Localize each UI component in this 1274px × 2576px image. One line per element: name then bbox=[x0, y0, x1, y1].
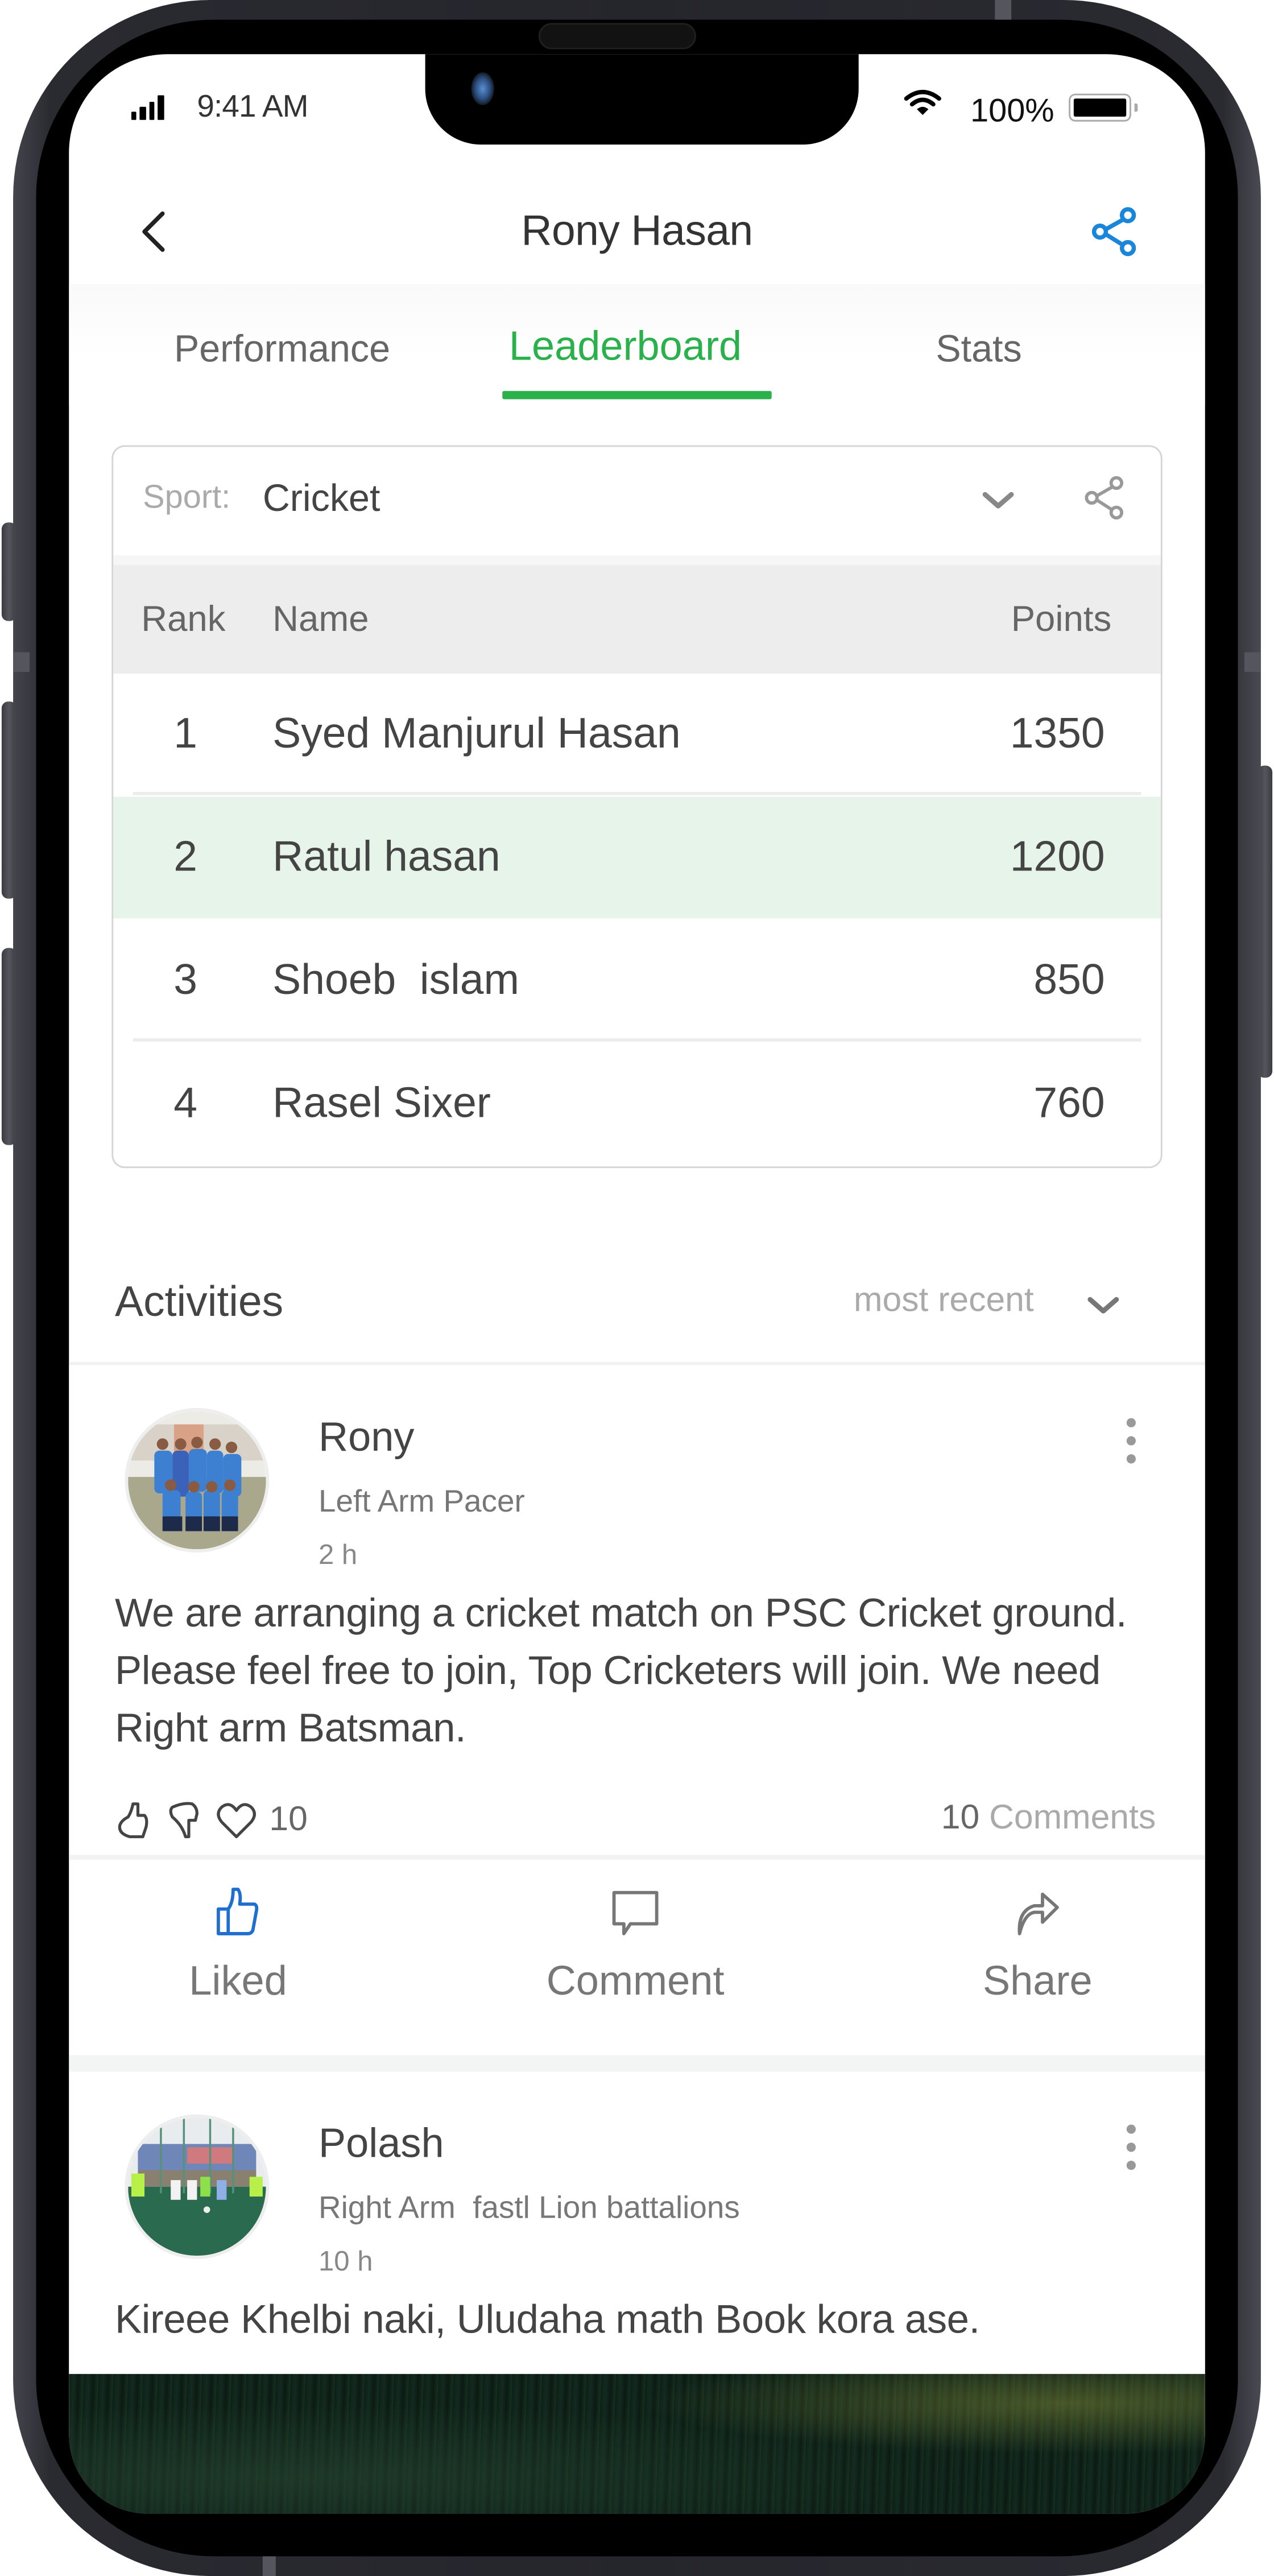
activity-post: Polash Right Arm fastl Lion battalions 1… bbox=[69, 2071, 1205, 2374]
share-icon[interactable] bbox=[1082, 199, 1147, 265]
player-name: Shoeb islam bbox=[272, 954, 520, 1004]
front-camera bbox=[471, 72, 494, 105]
leaderboard-row[interactable]: 3 Shoeb islam 850 bbox=[113, 920, 1161, 1042]
sport-filter-label: Sport: bbox=[143, 480, 231, 516]
chevron-down-icon[interactable] bbox=[978, 483, 1017, 519]
player-rank: 3 bbox=[173, 954, 198, 1004]
feed-separator bbox=[69, 2055, 1205, 2072]
phone-antenna-line bbox=[262, 2553, 276, 2576]
player-points: 760 bbox=[1033, 1078, 1105, 1128]
player-name: Ratul hasan bbox=[272, 831, 500, 881]
column-header-name: Name bbox=[272, 598, 369, 639]
player-rank: 4 bbox=[173, 1078, 198, 1128]
post-body-text: Kireee Khelbi naki, Uludaha math Book ko… bbox=[115, 2298, 980, 2343]
comment-button[interactable]: Comment bbox=[471, 1884, 799, 2006]
post-divider bbox=[69, 1855, 1205, 1860]
more-options-icon[interactable] bbox=[1120, 1414, 1143, 1473]
wifi-icon bbox=[904, 90, 941, 115]
battery-percentage: 100% bbox=[970, 93, 1054, 130]
player-name: Rasel Sixer bbox=[272, 1078, 491, 1128]
player-points: 850 bbox=[1033, 954, 1105, 1004]
leaderboard-row-current-user[interactable]: 2 Ratul hasan 1200 bbox=[113, 796, 1161, 919]
player-points: 1200 bbox=[1010, 831, 1105, 881]
leaderboard-row[interactable]: 1 Syed Manjurul Hasan 1350 bbox=[113, 674, 1161, 795]
tab-performance[interactable]: Performance bbox=[174, 327, 390, 371]
like-button-label: Liked bbox=[189, 1958, 287, 2005]
comments-count: 10 bbox=[941, 1799, 980, 1837]
post-body-text: We are arranging a cricket match on PSC … bbox=[115, 1592, 1127, 1752]
phone-speaker bbox=[538, 23, 696, 49]
thumbs-up-icon[interactable] bbox=[115, 1797, 158, 1843]
chevron-down-icon[interactable] bbox=[1083, 1290, 1123, 1323]
activities-header: Activities most recent bbox=[69, 1253, 1205, 1365]
player-rank: 1 bbox=[173, 708, 198, 758]
row-divider bbox=[133, 791, 1141, 795]
page-title: Rony Hasan bbox=[521, 205, 753, 255]
football-field-avatar[interactable] bbox=[125, 2114, 270, 2259]
activity-post: Rony Left Arm Pacer 2 h We are arranging… bbox=[69, 1365, 1205, 2055]
app-screen: 9:41 AM 100% Rony Hasan Performance Lead… bbox=[69, 54, 1205, 2514]
sort-dropdown[interactable]: most recent bbox=[854, 1281, 1034, 1320]
tab-leaderboard[interactable]: Leaderboard bbox=[509, 324, 742, 371]
post-author-role: Left Arm Pacer bbox=[318, 1485, 525, 1520]
column-header-points: Points bbox=[1011, 598, 1112, 639]
sport-filter[interactable]: Sport: Cricket bbox=[113, 447, 1161, 552]
thumbs-down-icon[interactable] bbox=[164, 1797, 207, 1843]
player-name: Syed Manjurul Hasan bbox=[272, 708, 681, 758]
player-rank: 2 bbox=[173, 831, 198, 881]
leaderboard-card: Sport: Cricket Rank Name Points 1 Syed M… bbox=[111, 445, 1163, 1169]
like-button[interactable]: Liked bbox=[74, 1884, 402, 2006]
battery-level bbox=[1073, 98, 1127, 117]
comments-count-link[interactable]: 10 Comments bbox=[941, 1799, 1156, 1838]
post-author-name[interactable]: Rony bbox=[318, 1414, 415, 1462]
leaderboard-row[interactable]: 4 Rasel Sixer 760 bbox=[113, 1043, 1161, 1165]
active-tab-indicator bbox=[502, 391, 772, 399]
share-arrow-icon bbox=[1017, 1892, 1059, 1935]
battery-icon bbox=[1069, 93, 1138, 122]
column-header-rank: Rank bbox=[141, 598, 226, 639]
player-points: 1350 bbox=[1010, 708, 1105, 758]
share-button-label: Share bbox=[983, 1958, 1093, 2005]
post-timestamp: 2 h bbox=[318, 1539, 358, 1571]
phone-mockup: 9:41 AM 100% Rony Hasan Performance Lead… bbox=[0, 0, 1274, 2576]
more-options-icon[interactable] bbox=[1120, 2121, 1143, 2180]
phone-antenna-line bbox=[13, 652, 30, 672]
cellular-signal-icon bbox=[131, 95, 164, 120]
sport-filter-value[interactable]: Cricket bbox=[263, 476, 380, 521]
heart-icon[interactable] bbox=[213, 1797, 259, 1843]
reaction-count: 10 bbox=[269, 1801, 308, 1839]
app-header: Rony Hasan bbox=[69, 185, 1205, 284]
share-button[interactable]: Share bbox=[874, 1884, 1202, 2006]
post-author-role: Right Arm fastl Lion battalions bbox=[318, 2191, 740, 2226]
post-timestamp: 10 h bbox=[318, 2245, 373, 2277]
post-image-preview[interactable] bbox=[69, 2373, 1205, 2514]
share-icon[interactable] bbox=[1082, 473, 1128, 523]
post-author-name[interactable]: Polash bbox=[318, 2121, 444, 2169]
tab-stats[interactable]: Stats bbox=[936, 327, 1021, 371]
profile-tabs: Performance Leaderboard Stats bbox=[69, 284, 1205, 406]
comment-button-label: Comment bbox=[546, 1958, 725, 2005]
team-photo-avatar[interactable] bbox=[125, 1407, 270, 1553]
thumbs-up-icon bbox=[217, 1888, 259, 1935]
leaderboard-header-row: Rank Name Points bbox=[113, 555, 1161, 674]
reaction-bar: 10 bbox=[115, 1795, 308, 1845]
row-divider bbox=[133, 1038, 1141, 1042]
status-time: 9:41 AM bbox=[197, 90, 308, 125]
comment-icon bbox=[612, 1890, 659, 1935]
comments-label: Comments bbox=[989, 1799, 1156, 1837]
activities-title: Activities bbox=[115, 1276, 284, 1326]
phone-antenna-line bbox=[1244, 652, 1261, 672]
